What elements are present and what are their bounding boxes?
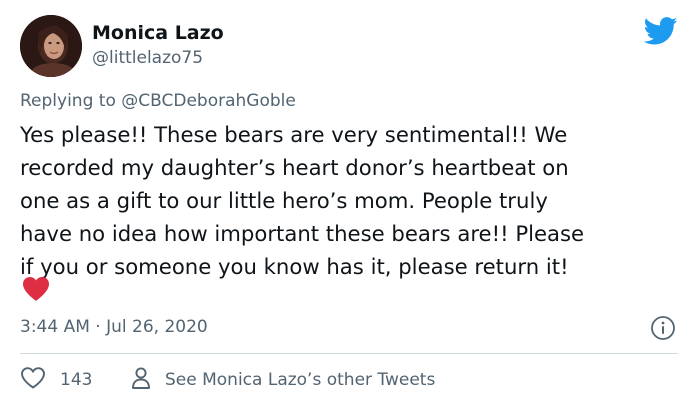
person-icon — [131, 366, 151, 394]
reply-target-link[interactable]: @CBCDeborahGoble — [121, 91, 296, 111]
avatar-photo — [20, 15, 82, 77]
like-button[interactable]: 143 — [20, 367, 92, 393]
tweet-text: Yes please!! These bears are very sentim… — [20, 118, 690, 283]
tweet-timestamp[interactable]: 3:44 AM · Jul 26, 2020 — [20, 317, 208, 337]
replying-to: Replying to @CBCDeborahGoble — [20, 91, 296, 111]
like-count: 143 — [60, 370, 93, 390]
tweet-line: if you or someone you know has it, pleas… — [20, 254, 569, 279]
twitter-bird-icon[interactable] — [643, 17, 678, 45]
see-other-tweets-link[interactable]: See Monica Lazo’s other Tweets — [131, 367, 435, 393]
tweet-line: one as a gift to our little hero’s mom. … — [20, 188, 548, 213]
author-handle[interactable]: @littlelazo75 — [92, 48, 203, 68]
red-heart-emoji — [22, 276, 50, 302]
author-name[interactable]: Monica Lazo — [92, 22, 224, 44]
avatar[interactable] — [20, 15, 82, 77]
tweet-line: Yes please!! These bears are very sentim… — [20, 122, 568, 147]
heart-outline-icon — [20, 366, 46, 394]
tweet-line: have no idea how important these bears a… — [20, 221, 585, 246]
info-icon[interactable] — [650, 315, 676, 341]
replying-to-prefix: Replying to — [20, 91, 116, 111]
divider — [20, 353, 678, 354]
tweet-card: Monica Lazo @littlelazo75 Replying to @C… — [0, 0, 700, 407]
tweet-line: recorded my daughter’s heart donor’s hea… — [20, 155, 569, 180]
see-other-tweets-label: See Monica Lazo’s other Tweets — [165, 370, 436, 390]
